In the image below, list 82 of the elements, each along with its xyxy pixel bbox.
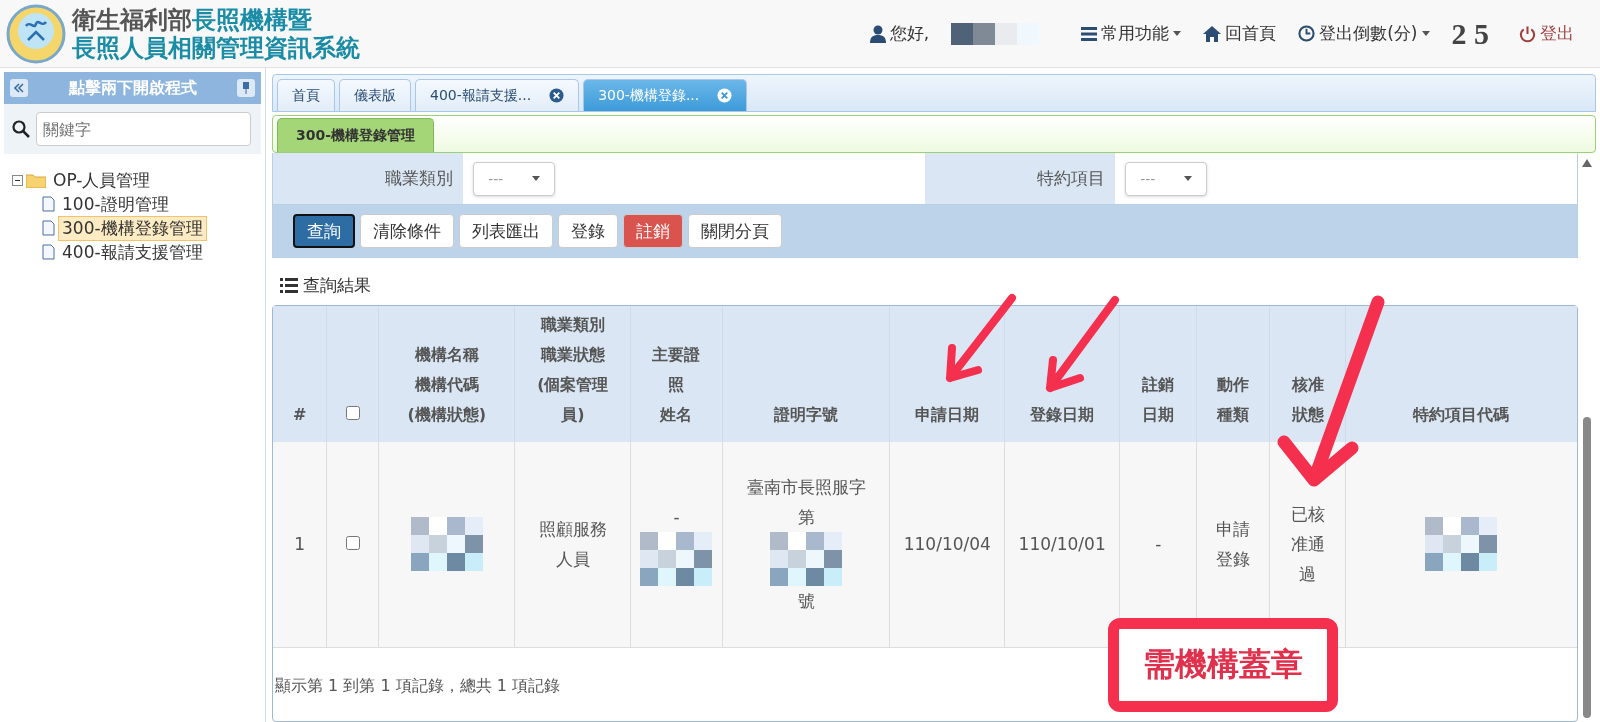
action-button[interactable]: 清除條件 <box>360 214 454 248</box>
collapse-icon[interactable] <box>12 174 23 186</box>
annotation-note: 需機構蓋章 <box>1108 618 1338 712</box>
filter-label: 職業類別 <box>273 153 463 204</box>
table-cell-text: 申請 <box>1216 518 1251 542</box>
menu-icon <box>1081 26 1098 41</box>
logo-icon <box>6 3 66 64</box>
column-header: 註銷 日期 <box>1141 374 1176 426</box>
page-tab[interactable]: 300-機構登錄管理 <box>277 118 435 152</box>
action-button[interactable]: 列表匯出 <box>459 214 553 248</box>
tab[interactable]: 儀表版 <box>339 79 411 111</box>
pin-button[interactable] <box>237 79 255 97</box>
action-button[interactable]: 註銷 <box>623 214 683 248</box>
column-header: 機構名稱 機構代碼 (機構狀態) <box>406 344 488 426</box>
action-button[interactable]: 關閉分頁 <box>688 214 782 248</box>
collapse-sidebar-button[interactable] <box>10 79 28 97</box>
sidebar-title: 點擊兩下開啟程式 <box>68 77 197 99</box>
column-header: 核准 狀態 <box>1290 374 1325 426</box>
caret-icon <box>1173 31 1182 36</box>
list-icon <box>280 278 298 293</box>
search-field[interactable]: 關鍵字 <box>36 112 251 146</box>
table-cell-text: 已核 <box>1290 503 1325 527</box>
tab[interactable]: 首頁 <box>277 79 335 111</box>
column-header: 主要證 照 姓名 <box>651 344 702 426</box>
table-cell-text: 號 <box>797 590 815 614</box>
table-cell-text: 1 <box>294 533 306 557</box>
caret-icon <box>531 176 540 181</box>
tree-item[interactable]: 100-證明管理 <box>58 191 173 217</box>
table-cell-text: 人員 <box>555 548 590 572</box>
row-checkbox[interactable] <box>345 536 360 551</box>
select-all-checkbox[interactable] <box>345 406 360 420</box>
search-icon <box>12 120 30 138</box>
table-cell-text: 臺南市長照服字 <box>746 476 866 500</box>
folder-icon <box>26 172 46 188</box>
column-header: 登錄日期 <box>1029 404 1096 426</box>
site-title: 長照人員相關管理資訊系統 <box>72 33 360 62</box>
caret-icon <box>1421 31 1430 36</box>
document-icon <box>42 196 55 212</box>
double-chevron-icon <box>14 83 24 93</box>
scrollbar-thumb[interactable] <box>1583 417 1591 718</box>
tree-item[interactable]: OP-人員管理 <box>49 167 155 193</box>
table-cell-text: 准通 <box>1290 533 1325 557</box>
countdown-number: 2 5 <box>1451 16 1489 51</box>
column-header: 特約項目代碼 <box>1412 404 1511 426</box>
caret-icon <box>1183 176 1192 181</box>
column-header: 申請日期 <box>914 404 981 426</box>
column-header: 職業類別 職業狀態 (個案管理 員) <box>536 314 610 426</box>
document-icon <box>42 244 55 260</box>
logout-link[interactable]: 登出 <box>1519 22 1574 45</box>
action-button[interactable]: 登錄 <box>558 214 618 248</box>
nav-link[interactable]: 常用功能 <box>1081 22 1182 45</box>
table-cell-text: 110/10/01 <box>1018 533 1106 557</box>
scroll-up-icon[interactable] <box>1582 159 1592 167</box>
nav-link[interactable]: 登出倒數(分) <box>1298 22 1430 45</box>
column-header: 證明字號 <box>773 404 840 426</box>
results-title: 查詢結果 <box>303 274 371 297</box>
table-cell-text: - <box>1155 533 1162 557</box>
column-header: 動作 種類 <box>1215 374 1251 426</box>
filter-label: 特約項目 <box>925 153 1115 204</box>
user-icon <box>869 24 886 43</box>
table-cell-text: 登錄 <box>1216 548 1251 572</box>
tab[interactable]: 400-報請支援... <box>415 79 580 111</box>
action-button[interactable]: 查詢 <box>293 214 355 248</box>
site-title: 衛生福利部長照機構暨 <box>72 5 313 34</box>
home-icon <box>1203 25 1222 42</box>
tree-item[interactable]: 300-機構登錄管理 <box>58 215 207 241</box>
clock-icon <box>1298 25 1316 42</box>
pin-icon <box>241 82 251 94</box>
table-cell-text: 過 <box>1299 563 1317 587</box>
document-icon <box>42 220 55 236</box>
power-icon <box>1519 24 1536 43</box>
table-cell-text: - <box>673 506 680 530</box>
close-icon[interactable] <box>717 88 733 103</box>
user-greeting[interactable]: 您好, <box>869 22 930 45</box>
table-cell-text: 110/10/04 <box>903 533 991 557</box>
tree-item[interactable]: 400-報請支援管理 <box>58 239 207 265</box>
close-icon[interactable] <box>549 88 565 103</box>
table-cell-text: 第 <box>797 506 815 530</box>
table-cell-text: 照顧服務 <box>538 518 607 542</box>
column-header: # <box>291 404 308 426</box>
nav-link[interactable]: 回首頁 <box>1203 22 1277 45</box>
pagination-info: 顯示第 1 到第 1 項記錄，總共 1 項記錄 <box>274 674 562 697</box>
